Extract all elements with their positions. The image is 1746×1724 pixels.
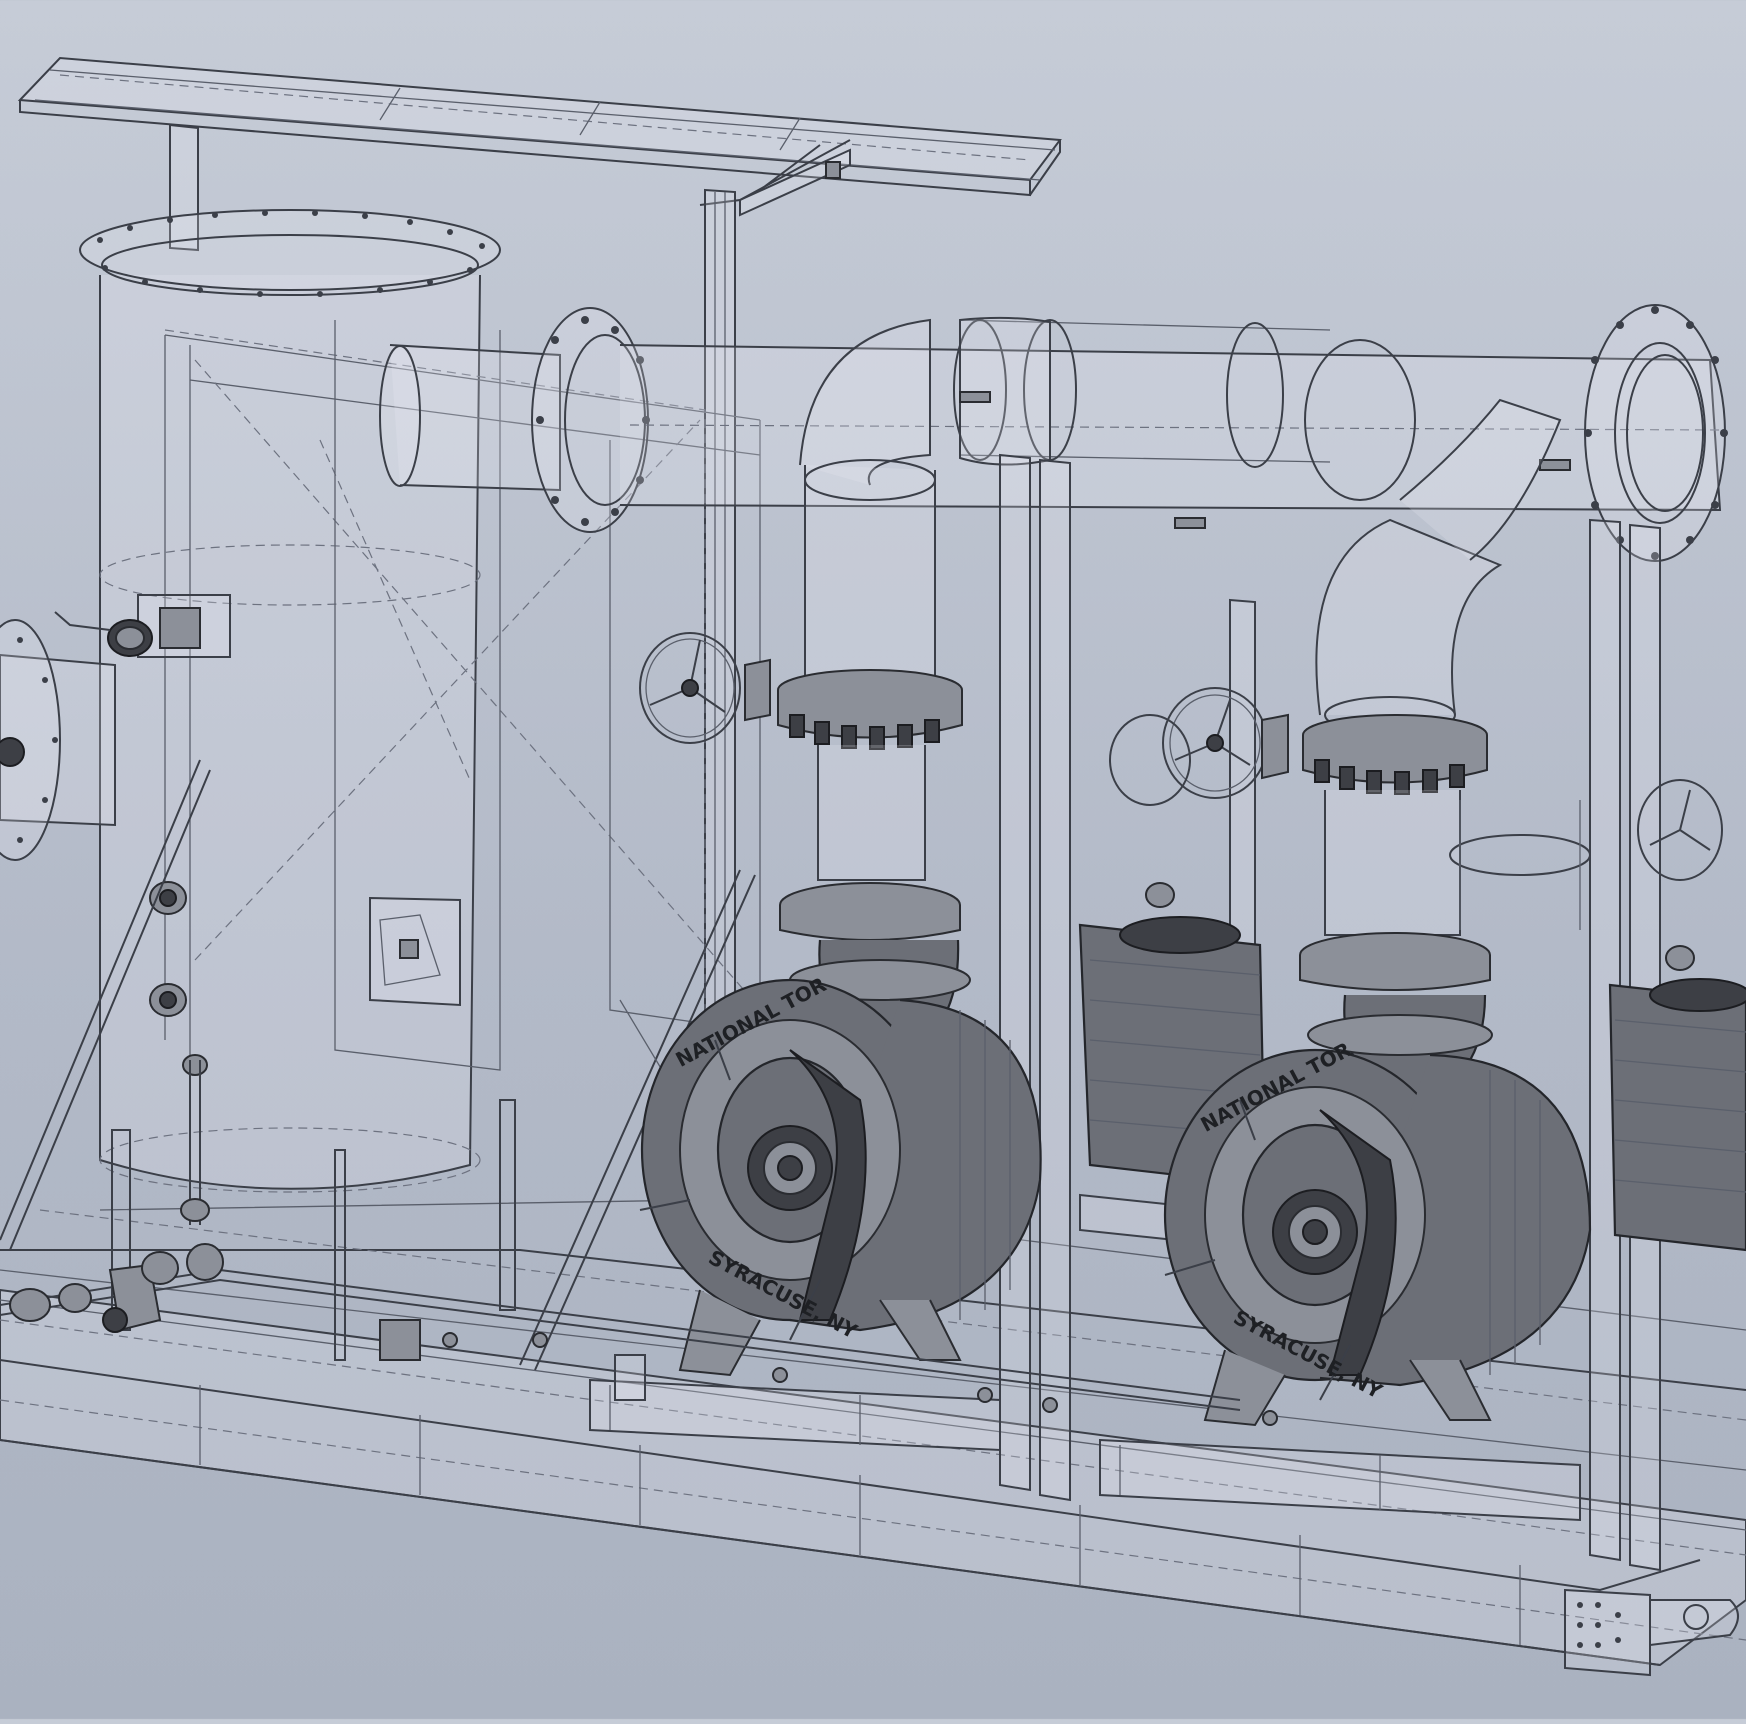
pump-skid-wireframe-model: NATIONAL TOR SYRACUSE, NY NATIONAL TOR S… — [0, 56, 1746, 1677]
pump-1-valve-flange — [777, 669, 963, 941]
cad-viewport[interactable]: NATIONAL TOR SYRACUSE, NY NATIONAL TOR S… — [0, 0, 1746, 1719]
pump-1-volute: NATIONAL TOR SYRACUSE, NY — [639, 972, 1042, 1377]
lifting-lug — [1649, 1599, 1739, 1647]
pump-2-valve-flange — [1299, 714, 1491, 991]
pump-2-volute: NATIONAL TOR SYRACUSE, NY — [1163, 1037, 1592, 1427]
pump-2-motor — [1608, 945, 1746, 1252]
left-inlet-pipe — [0, 611, 116, 861]
